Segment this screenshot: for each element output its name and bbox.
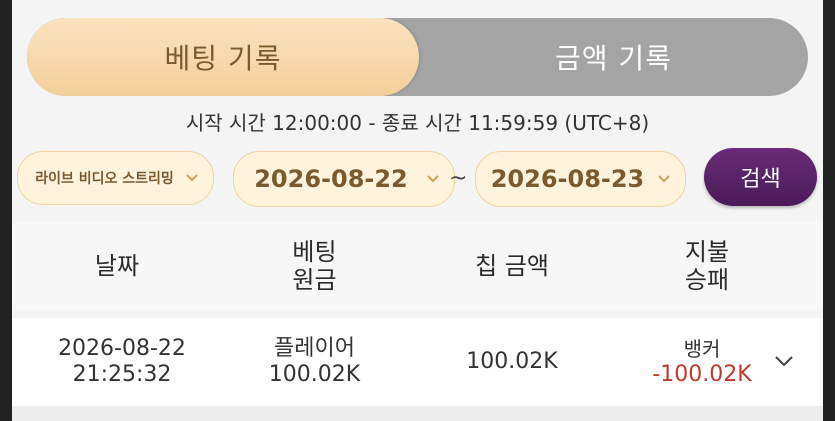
row-chip: 100.02K: [432, 318, 592, 406]
game-type-select-label: 라이브 비디오 스트리밍: [35, 171, 174, 187]
row-chip-amount: 100.02K: [466, 349, 558, 374]
header-pay-line2: 승패: [684, 266, 730, 294]
row-time: 21:25:32: [72, 362, 172, 387]
row-datetime: 2026-08-22 21:25:32: [42, 318, 202, 406]
end-date-value: 2026-08-23: [490, 165, 645, 193]
header-pay-line1: 지불: [684, 238, 730, 266]
row-payout-amount: -100.02K: [652, 362, 752, 387]
screen-edge-left: [0, 0, 12, 421]
row-bet-type: 플레이어: [274, 336, 355, 361]
header-chip-label: 칩 금액: [475, 252, 549, 280]
search-button[interactable]: 검색: [704, 148, 817, 206]
end-date-select[interactable]: 2026-08-23: [475, 151, 686, 207]
game-type-select[interactable]: 라이브 비디오 스트리밍: [17, 151, 214, 205]
time-range-note: 시작 시간 12:00:00 - 종료 시간 11:59:59 (UTC+8): [185, 111, 650, 135]
row-bet-amount: 100.02K: [268, 362, 361, 387]
search-button-label: 검색: [740, 167, 781, 192]
header-payout-result: 지불 승패: [632, 222, 782, 310]
row-result: 뱅커: [683, 337, 721, 361]
chevron-down-icon: [427, 175, 439, 183]
tab-amount-history-label: 금액 기록: [555, 42, 672, 75]
bet-history-page: 베팅 기록 금액 기록 시작 시간 12:00:00 - 종료 시간 11:59…: [12, 0, 823, 421]
header-date: 날짜: [47, 222, 187, 310]
date-range-separator: ~: [449, 166, 468, 191]
row-bet: 플레이어 100.02K: [242, 318, 387, 406]
header-bet-line2: 원금: [292, 266, 337, 294]
header-bet-principal: 베팅 원금: [242, 222, 387, 310]
chevron-down-icon: [186, 174, 198, 182]
header-chip-amount: 칩 금액: [437, 222, 587, 310]
header-bet-line1: 베팅: [292, 238, 337, 266]
row-date: 2026-08-22: [58, 336, 186, 361]
table-header: 날짜 베팅 원금 칩 금액 지불 승패: [12, 222, 823, 310]
tab-amount-history[interactable]: 금액 기록: [419, 18, 808, 96]
start-date-value: 2026-08-22: [254, 165, 408, 193]
row-payout: 뱅커 -100.02K: [622, 318, 782, 406]
history-tabs: 베팅 기록 금액 기록: [27, 18, 808, 96]
next-row-strip: [12, 406, 823, 421]
chevron-down-icon[interactable]: [774, 354, 794, 368]
table-row[interactable]: 2026-08-22 21:25:32 플레이어 100.02K 100.02K…: [12, 318, 823, 406]
screen-edge-right: [823, 0, 835, 421]
tab-bet-history-label: 베팅 기록: [164, 42, 282, 75]
tab-bet-history[interactable]: 베팅 기록: [27, 18, 419, 96]
header-date-label: 날짜: [94, 252, 140, 280]
chevron-down-icon: [658, 175, 670, 183]
start-date-select[interactable]: 2026-08-22: [233, 151, 455, 207]
